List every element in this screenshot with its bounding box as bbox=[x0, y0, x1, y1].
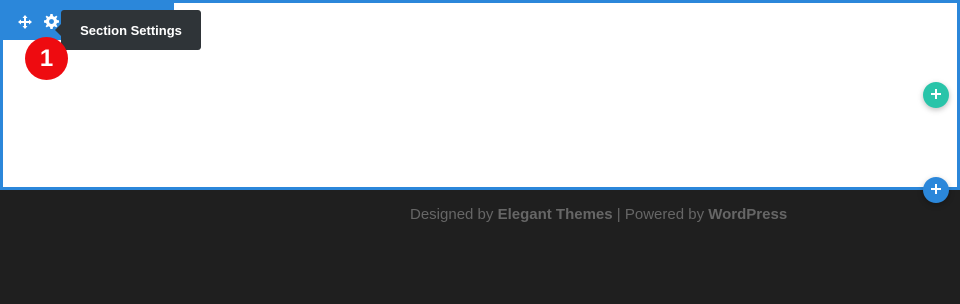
designed-by-text: Designed by bbox=[410, 206, 494, 223]
move-icon bbox=[17, 14, 32, 29]
step-number-badge: 1 bbox=[25, 37, 68, 80]
plus-icon bbox=[931, 86, 941, 104]
plus-icon bbox=[931, 181, 941, 199]
wordpress-link[interactable]: WordPress bbox=[708, 206, 787, 223]
elegant-themes-link[interactable]: Elegant Themes bbox=[498, 206, 613, 223]
footer-credits: Designed by Elegant Themes | Powered by … bbox=[410, 206, 787, 223]
credits-separator: | bbox=[616, 206, 621, 223]
powered-by-text: Powered by bbox=[624, 206, 705, 223]
builder-page: Section Settings 1 Designed by Elegant T… bbox=[0, 0, 960, 304]
site-footer: Designed by Elegant Themes | Powered by … bbox=[0, 190, 960, 304]
add-section-button[interactable] bbox=[923, 177, 949, 203]
add-row-button[interactable] bbox=[923, 82, 949, 108]
move-button[interactable] bbox=[11, 3, 38, 40]
section-settings-tooltip: Section Settings bbox=[55, 10, 201, 50]
